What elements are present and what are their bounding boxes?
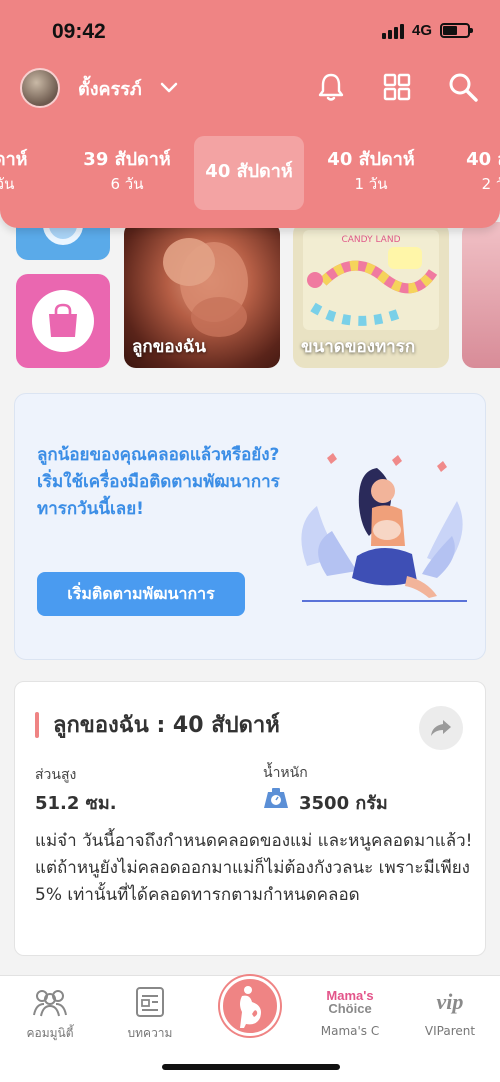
week-tab[interactable]: ปดาห์ วัน <box>0 136 60 210</box>
my-baby-label: ลูกของฉัน <box>132 337 207 357</box>
signal-icon <box>381 23 404 39</box>
shopping-bag-icon <box>49 303 77 337</box>
mamas-choice-logo: Mama's Chöice <box>326 988 374 1016</box>
status-time: 09:42 <box>52 20 106 43</box>
chevron-down-icon[interactable] <box>160 79 178 98</box>
search-icon[interactable] <box>446 70 480 104</box>
app-header: 09:42 4G ตั้งครรภ์ าห์ น 39 สัปดาห์ 6 วั… <box>0 0 500 228</box>
promo-banner: ลูกน้อยของคุณคลอดแล้วหรือยัง? เริ่มใช้เค… <box>14 393 486 660</box>
vip-logo: vip <box>436 989 464 1014</box>
community-icon <box>33 990 67 1017</box>
shopping-tile[interactable] <box>16 274 110 368</box>
my-baby-card[interactable]: ลูกของฉัน <box>124 222 280 368</box>
profile-selector[interactable]: ตั้งครรภ์ <box>20 68 178 108</box>
mother-baby-illustration <box>301 453 467 602</box>
height-value: 51.2 ซม. <box>35 793 117 814</box>
pregnancy-home-button[interactable] <box>220 976 280 1036</box>
network-label: 4G <box>411 22 432 39</box>
baby-size-label: ขนาดของทารก <box>301 337 416 357</box>
week-tab[interactable]: 39 สัปดาห์ 6 วัน <box>72 136 182 210</box>
scale-icon <box>264 788 288 808</box>
height-label: ส่วนสูง <box>35 767 77 783</box>
nav-viparent-label: VIParent <box>424 1024 476 1038</box>
grid-menu-icon[interactable] <box>380 70 414 104</box>
promo-text: ลูกน้อยของคุณคลอดแล้วหรือยัง? เริ่มใช้เค… <box>37 445 280 519</box>
share-button[interactable] <box>419 706 463 750</box>
candy-land-text: CANDY LAND <box>341 235 400 245</box>
bell-icon[interactable] <box>314 70 348 104</box>
weight-label: น้ำหนัก <box>263 765 308 781</box>
avatar[interactable] <box>20 68 60 108</box>
profile-name[interactable]: ตั้งครรภ์ <box>78 74 142 103</box>
status-bar-right: 4G <box>381 22 473 39</box>
baby-description: แม่จ๋า วันนี้อาจถึงกำหนดคลอดของแม่ และหน… <box>35 831 473 905</box>
nav-mamas-choice-label: Mama's C <box>320 1024 380 1038</box>
nav-viparent[interactable]: vip VIParent <box>400 984 500 1038</box>
baby-info-card: ลูกของฉัน : 40 สัปดาห์ ส่วนสูง 51.2 ซม. … <box>14 681 486 956</box>
week-tab[interactable]: 40 สัปดาห์ 1 วัน <box>316 136 426 210</box>
share-arrow-icon <box>431 720 451 736</box>
week-selector: ปดาห์ วัน 39 สัปดาห์ 6 วัน 40 สัปดาห์ 40… <box>0 136 500 210</box>
title-accent-bar <box>35 712 39 738</box>
week-tab[interactable]: 40 สัป 2 วั <box>438 136 500 210</box>
baby-info-title: ลูกของฉัน : 40 สัปดาห์ <box>53 713 280 738</box>
pregnant-mother-icon <box>240 986 261 1028</box>
nav-articles-label: บทความ <box>127 1026 173 1040</box>
nav-mamas-choice[interactable]: Mama's Chöice Mama's C <box>300 984 400 1038</box>
weight-value: 3500 กรัม <box>299 793 388 814</box>
baby-size-card[interactable]: CANDY LAND ขนาดของทารก <box>293 222 449 368</box>
week-tab-active[interactable]: 40 สัปดาห์ <box>194 136 304 210</box>
nav-community-label: คอมมูนิตี้ <box>26 1026 74 1040</box>
extra-card[interactable] <box>462 222 500 368</box>
nav-community[interactable]: คอมมูนิตี้ <box>0 984 100 1043</box>
nav-articles[interactable]: บทความ <box>100 984 200 1043</box>
article-icon <box>136 987 164 1017</box>
start-tracking-button[interactable]: เริ่มติดตามพัฒนาการ <box>37 572 245 616</box>
header-actions <box>314 70 480 104</box>
battery-icon <box>440 23 473 38</box>
home-indicator <box>162 1064 340 1070</box>
